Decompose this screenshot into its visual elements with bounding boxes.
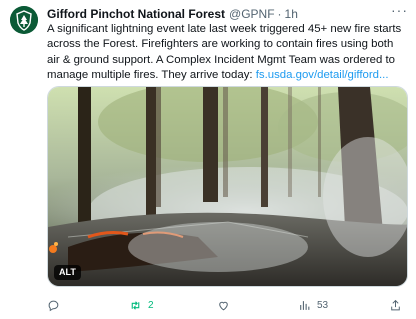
share-icon [391, 299, 400, 310]
heart-icon [219, 301, 228, 310]
retweet-count: 2 [148, 299, 154, 311]
post-time[interactable]: 1h [285, 6, 298, 22]
avatar[interactable] [10, 6, 38, 34]
action-bar: 2 53 [47, 296, 408, 314]
author-handle[interactable]: @GPNF [229, 6, 275, 22]
post-media[interactable]: ALT [47, 86, 408, 287]
more-options-icon[interactable]: ··· [391, 3, 408, 17]
reply-button[interactable] [47, 296, 66, 314]
post-link[interactable]: fs.usda.gov/detail/gifford... [256, 69, 389, 81]
retweet-button[interactable]: 2 [129, 296, 154, 314]
bar-chart-icon [300, 300, 310, 310]
forest-service-shield-icon [10, 6, 38, 34]
post-text: A significant lightning event late last … [47, 22, 409, 84]
views-count: 53 [317, 299, 329, 311]
forest-fire-photo [48, 87, 407, 286]
separator: · [277, 7, 282, 21]
like-button[interactable] [217, 296, 236, 314]
alt-text-badge[interactable]: ALT [54, 265, 81, 280]
author-name[interactable]: Gifford Pinchot National Forest [47, 6, 225, 22]
share-button[interactable] [389, 296, 402, 314]
retweet-icon [131, 300, 140, 310]
post-header: Gifford Pinchot National Forest @GPNF · … [47, 6, 408, 22]
reply-icon [48, 300, 59, 311]
views-button[interactable]: 53 [298, 296, 328, 314]
